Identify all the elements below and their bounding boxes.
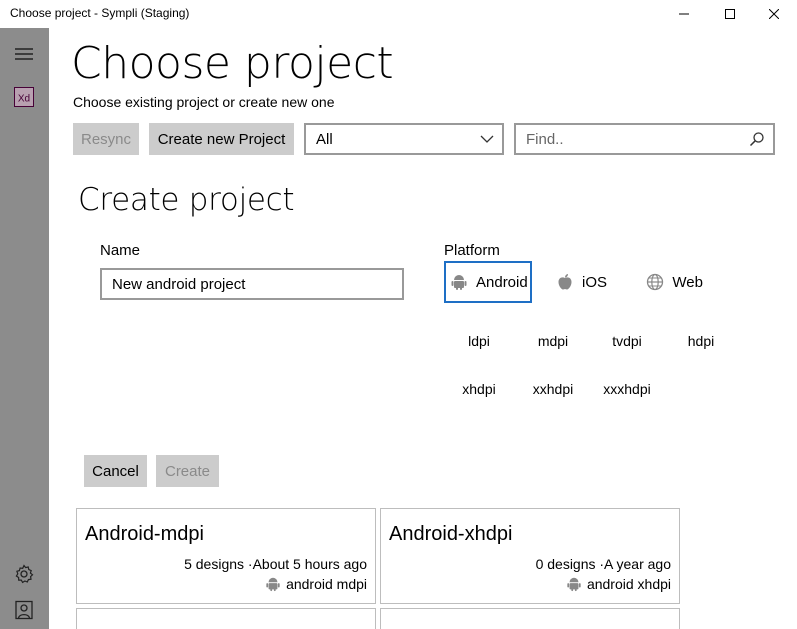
close-button[interactable] xyxy=(751,0,797,28)
density-option-mdpi[interactable]: mdpi xyxy=(523,333,583,349)
title-bar: Choose project - Sympli (Staging) xyxy=(0,0,797,28)
user-icon xyxy=(15,600,33,620)
density-option-xxxhdpi[interactable]: xxxhdpi xyxy=(597,381,657,397)
platform-option-web[interactable]: Web xyxy=(641,261,709,303)
density-option-tvdpi[interactable]: tvdpi xyxy=(597,333,657,349)
filter-select[interactable]: All xyxy=(304,123,504,155)
name-label: Name xyxy=(100,242,141,259)
globe-icon xyxy=(645,272,664,292)
platform-option-label: Android xyxy=(476,273,528,291)
left-rail: Xd xyxy=(0,28,49,629)
android-icon xyxy=(264,575,282,593)
project-card[interactable] xyxy=(380,608,680,629)
filter-select-value: All xyxy=(316,131,333,148)
hamburger-menu-button[interactable] xyxy=(12,42,36,66)
density-option-xhdpi[interactable]: xhdpi xyxy=(449,381,509,397)
project-card-platform-label: android xhdpi xyxy=(586,576,671,592)
maximize-icon xyxy=(725,9,735,19)
account-button[interactable] xyxy=(12,598,36,622)
project-card[interactable] xyxy=(76,608,376,629)
search-input[interactable] xyxy=(516,125,746,153)
create-button[interactable]: Create xyxy=(156,455,219,487)
search-box[interactable] xyxy=(514,123,775,155)
project-card-platform: android xhdpi xyxy=(565,575,671,593)
minimize-icon xyxy=(679,13,689,15)
maximize-button[interactable] xyxy=(707,0,753,28)
platform-option-label: iOS xyxy=(582,273,608,291)
create-new-project-button[interactable]: Create new Project xyxy=(149,123,294,155)
project-card[interactable]: Android-xhdpi 0 designs ·A year ago andr… xyxy=(380,508,680,604)
search-icon[interactable] xyxy=(749,131,765,147)
project-card-meta: 5 designs ·About 5 hours ago xyxy=(184,556,367,572)
page-subtitle: Choose existing project or create new on… xyxy=(73,94,335,110)
platform-option-label: Web xyxy=(672,273,703,291)
window-title: Choose project - Sympli (Staging) xyxy=(10,6,190,20)
chevron-down-icon xyxy=(480,135,494,143)
android-icon xyxy=(450,272,468,292)
page-title: Choose project xyxy=(71,38,394,89)
settings-button[interactable] xyxy=(12,562,36,586)
density-option-ldpi[interactable]: ldpi xyxy=(449,333,509,349)
adobe-xd-button[interactable]: Xd xyxy=(12,85,36,109)
project-card-platform: android mdpi xyxy=(264,575,367,593)
svg-text:Xd: Xd xyxy=(18,94,30,105)
project-name-input[interactable] xyxy=(102,270,402,298)
name-field[interactable] xyxy=(100,268,404,300)
project-card[interactable]: Android-mdpi 5 designs ·About 5 hours ag… xyxy=(76,508,376,604)
project-card-meta: 0 designs ·A year ago xyxy=(535,556,671,572)
main-content: Choose project Choose existing project o… xyxy=(49,28,797,629)
minimize-button[interactable] xyxy=(661,0,707,28)
density-option-xxhdpi[interactable]: xxhdpi xyxy=(523,381,583,397)
project-card-name: Android-mdpi xyxy=(85,523,204,545)
platform-option-android[interactable]: Android xyxy=(444,261,532,303)
project-card-platform-label: android mdpi xyxy=(286,576,367,592)
close-icon xyxy=(769,9,779,19)
platform-label: Platform xyxy=(444,242,500,259)
apple-icon xyxy=(556,272,574,292)
hamburger-icon xyxy=(15,48,33,60)
gear-icon xyxy=(15,564,34,584)
platform-option-ios[interactable]: iOS xyxy=(552,261,612,303)
project-card-name: Android-xhdpi xyxy=(389,523,513,545)
cancel-button[interactable]: Cancel xyxy=(84,455,147,487)
create-project-title: Create project xyxy=(78,182,295,218)
resync-button[interactable]: Resync xyxy=(73,123,139,155)
density-option-hdpi[interactable]: hdpi xyxy=(671,333,731,349)
android-icon xyxy=(565,575,583,593)
adobe-xd-icon: Xd xyxy=(14,87,34,107)
